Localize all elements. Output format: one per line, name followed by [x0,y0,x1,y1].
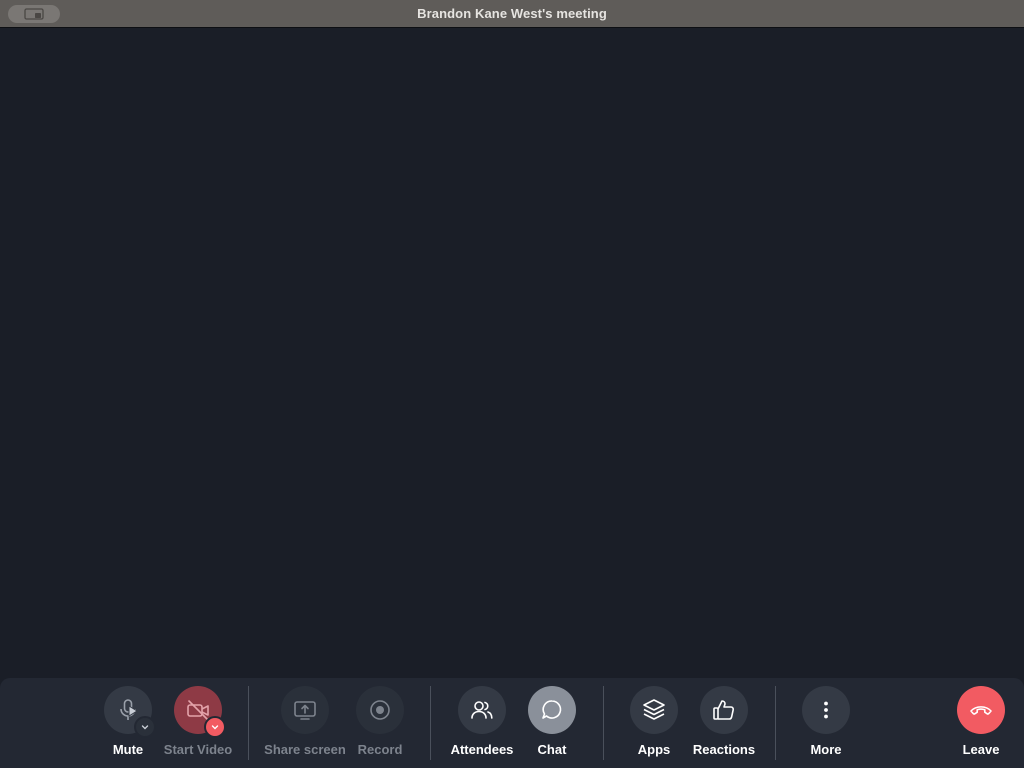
more-circle [802,686,850,734]
leave-circle [957,686,1005,734]
attendees-icon [471,701,493,719]
toolbar-divider [430,686,431,760]
leave-label: Leave [962,742,1000,757]
attendees-circle [458,686,506,734]
attendees-label: Attendees [450,742,514,757]
title-bar: Brandon Kane West's meeting [0,0,1024,28]
thumbs-up-icon [713,700,735,720]
mute-circle [104,686,156,738]
record-icon [370,700,390,720]
record-button[interactable]: Record [335,686,425,760]
chat-icon [542,700,562,719]
video-stage [0,28,1024,678]
hang-up-icon [970,706,992,715]
chevron-down-icon [211,725,219,730]
toolbar-divider [775,686,776,760]
more-label: More [810,742,842,757]
chevron-down-icon [141,725,149,730]
reactions-circle [700,686,748,734]
reactions-label: Reactions [692,742,756,757]
record-circle [356,686,404,734]
mute-label: Mute [112,742,144,757]
toolbar-divider [603,686,604,760]
share-screen-label: Share screen [264,742,346,757]
more-button[interactable]: More [781,686,871,760]
apps-circle [630,686,678,734]
share-screen-circle [281,686,329,734]
apps-layers-icon [643,699,665,720]
share-screen-icon [294,701,316,720]
chat-button[interactable]: Chat [507,686,597,760]
chat-label: Chat [537,742,567,757]
apps-label: Apps [637,742,671,757]
reactions-button[interactable]: Reactions [679,686,769,760]
start-video-button[interactable]: Start Video [153,686,243,760]
chat-circle [528,686,576,734]
more-vertical-icon [824,701,828,719]
meeting-window: Brandon Kane West's meeting Mute Start V… [0,0,1024,768]
window-title: Brandon Kane West's meeting [417,6,607,21]
start-video-circle [174,686,226,738]
record-label: Record [357,742,403,757]
meeting-toolbar: Mute Start Video Share screen Record Att… [0,678,1024,768]
video-options-caret[interactable] [204,716,226,738]
toolbar-divider [248,686,249,760]
start-video-label: Start Video [163,742,233,757]
leave-button[interactable]: Leave [936,686,1024,760]
